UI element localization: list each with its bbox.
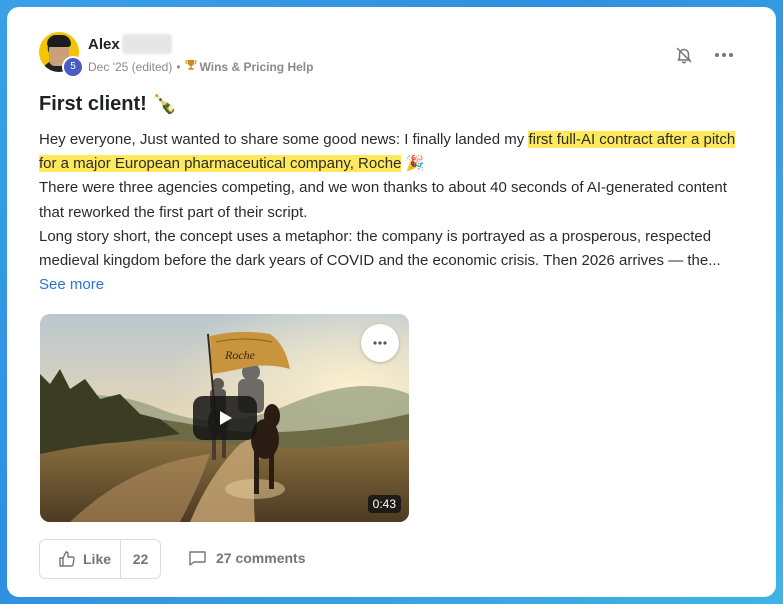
bell-off-icon — [676, 47, 692, 64]
like-label: Like — [83, 551, 112, 567]
body-paragraph-2: There were three agencies competing, and… — [39, 179, 727, 221]
like-button[interactable]: Like — [40, 540, 120, 578]
more-horizontal-icon — [373, 341, 387, 345]
post-card: 5 Alex Dec '25 (edited) • Wins & Pricing… — [7, 7, 776, 597]
author-surname-blur — [122, 34, 172, 54]
post-more-button[interactable] — [713, 45, 735, 65]
play-button[interactable] — [193, 396, 257, 440]
see-more-link[interactable]: See more — [39, 276, 104, 293]
post-body: Hey everyone, Just wanted to share some … — [39, 128, 744, 297]
video-options-button[interactable] — [361, 324, 399, 362]
level-badge: 5 — [62, 56, 84, 78]
flag-text: Roche — [224, 348, 256, 362]
meta-separator: • — [176, 59, 181, 74]
notifications-toggle-button[interactable] — [674, 45, 694, 65]
more-horizontal-icon — [715, 53, 733, 57]
comment-bubble-icon — [189, 551, 206, 566]
post-category-link[interactable]: Wins & Pricing Help — [200, 60, 314, 74]
author-avatar[interactable]: 5 — [39, 32, 84, 78]
body-paragraph-3: Long story short, the concept uses a met… — [39, 227, 721, 294]
play-icon — [220, 411, 232, 425]
post-date: Dec '25 (edited) — [88, 59, 173, 74]
post-meta: Dec '25 (edited) • Wins & Pricing Help — [88, 59, 313, 74]
video-player[interactable]: Roche 0:43 — [40, 314, 409, 522]
author-name[interactable]: Alex — [88, 36, 120, 53]
trophy-icon — [185, 59, 197, 74]
like-group: Like 22 — [39, 539, 161, 579]
thumbs-up-icon — [59, 551, 75, 567]
post-title: First client! 🍾 — [39, 93, 178, 115]
comments-label: 27 comments — [216, 550, 306, 566]
comments-button[interactable]: 27 comments — [188, 549, 305, 567]
body-paragraph-1: Hey everyone, Just wanted to share some … — [39, 131, 736, 173]
video-duration: 0:43 — [367, 495, 401, 513]
like-count[interactable]: 22 — [121, 551, 160, 567]
